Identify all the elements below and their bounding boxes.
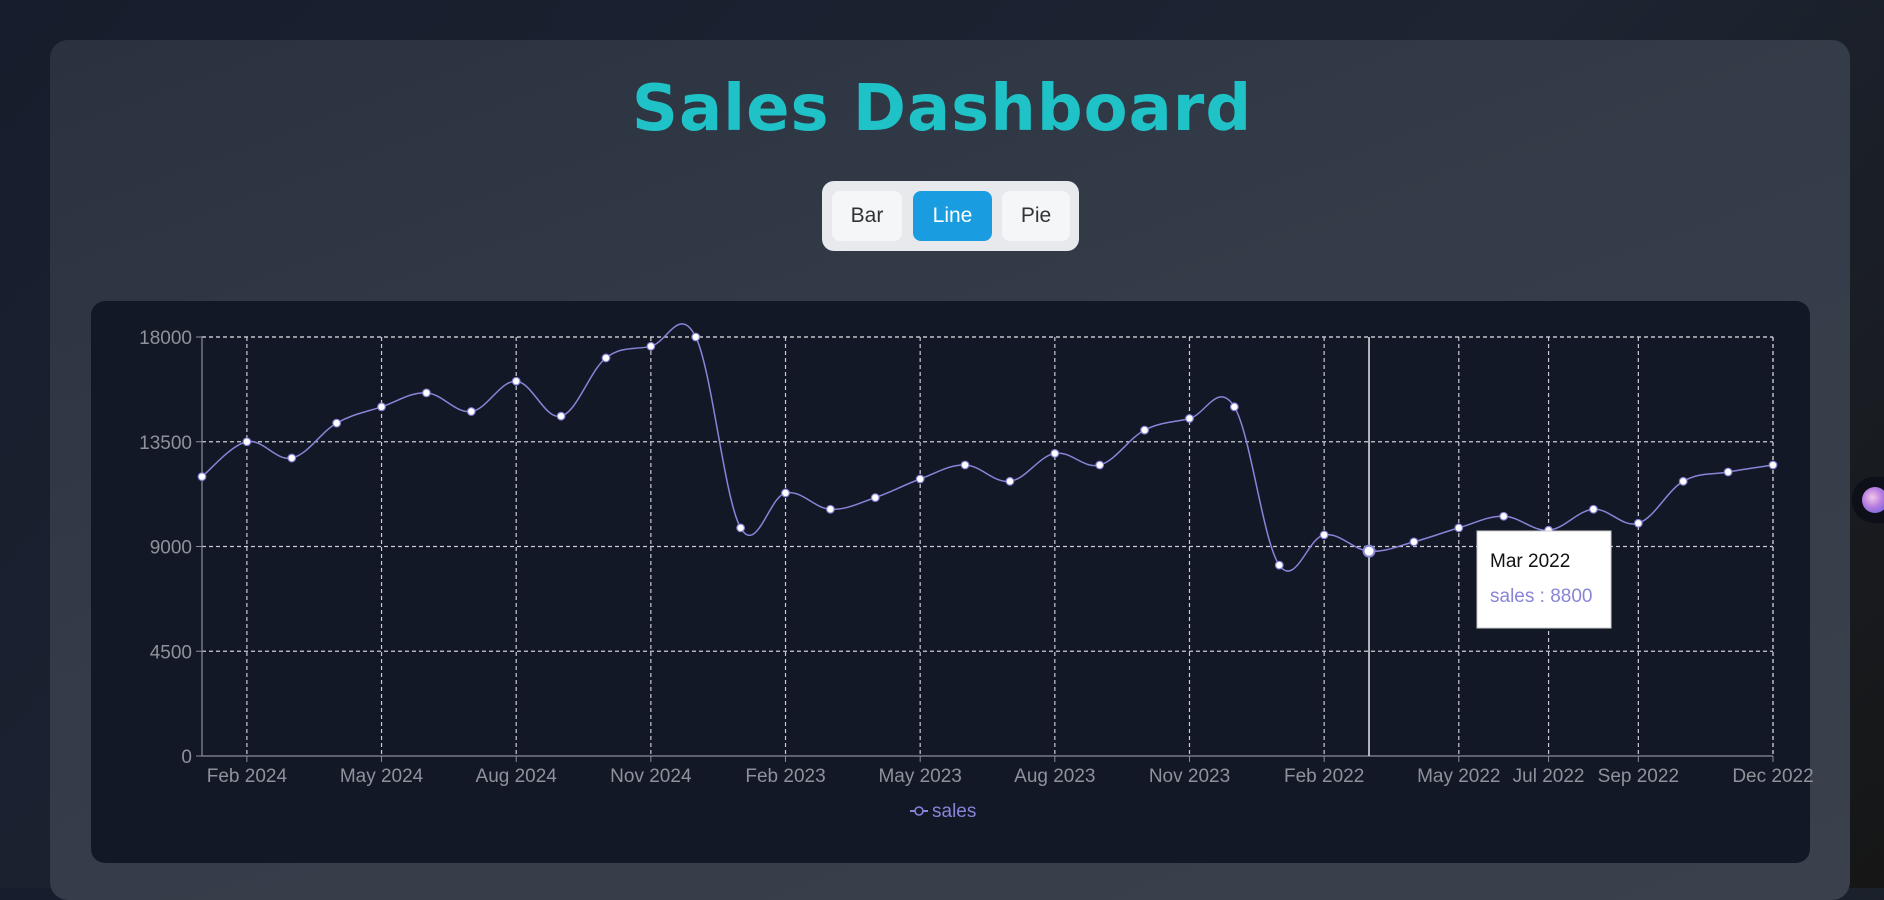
sales-point (646, 341, 656, 351)
sales-point (422, 388, 431, 398)
y-tick-label: 4500 (150, 642, 192, 663)
x-tick-label: Jul 2022 (1513, 766, 1585, 787)
x-tick-label: Aug 2024 (476, 766, 558, 787)
sales-point (1050, 448, 1060, 458)
chart-tooltip: Mar 2022 sales : 8800 (1476, 530, 1612, 629)
sales-point (601, 353, 611, 363)
x-tick-label: Feb 2024 (207, 766, 288, 787)
sales-point (197, 472, 207, 482)
x-tick-label: May 2023 (878, 766, 961, 787)
sales-point (1678, 476, 1688, 486)
sales-point (377, 402, 386, 412)
legend-label: sales (932, 801, 976, 822)
sales-point-active (1362, 544, 1376, 558)
sales-point (1005, 476, 1015, 486)
sales-point (1589, 504, 1598, 514)
sales-point (1185, 414, 1194, 423)
tooltip-label: Mar 2022 (1490, 551, 1570, 572)
sales-point (1499, 511, 1509, 521)
sales-point (691, 332, 701, 342)
sales-point (1319, 530, 1329, 540)
x-tick-label: Sep 2022 (1598, 766, 1679, 787)
x-tick-label: Feb 2022 (1284, 766, 1364, 787)
tooltip-box (1476, 530, 1612, 629)
x-tick-label: May 2024 (340, 766, 424, 787)
x-tick-label: Aug 2023 (1014, 766, 1095, 787)
x-axis: Feb 2024 May 2024 Aug 2024 Nov 2024 Feb 2023… (202, 755, 1814, 787)
x-tick-label: Nov 2023 (1149, 766, 1230, 787)
x-tick-label: Feb 2023 (745, 766, 825, 787)
sales-point (960, 460, 970, 470)
sales-point (1454, 523, 1464, 533)
chart-legend[interactable]: sales (910, 801, 976, 822)
sales-point (915, 474, 925, 484)
sales-point (1409, 537, 1419, 547)
y-tick-label: 9000 (150, 538, 192, 559)
sales-point (781, 488, 790, 498)
sales-point (1768, 460, 1778, 470)
sales-point (242, 437, 252, 447)
sales-point (1633, 518, 1643, 528)
sales-point (332, 418, 342, 428)
x-tick-label: May 2022 (1417, 766, 1500, 787)
x-tick-label: Nov 2024 (610, 766, 692, 787)
sales-point (826, 504, 835, 514)
x-tick-label: Dec 2022 (1732, 766, 1813, 787)
sales-point (1274, 560, 1284, 570)
sales-point (736, 523, 746, 533)
y-tick-label: 18000 (139, 328, 192, 349)
sales-point (870, 493, 880, 503)
sales-point (511, 376, 521, 386)
y-tick-label: 0 (181, 747, 192, 768)
sales-point (1140, 425, 1149, 435)
sales-point (1723, 467, 1733, 477)
y-axis: 0 4500 9000 13500 18000 (139, 328, 203, 768)
sales-line-chart[interactable]: 0 4500 9000 13500 18000 Feb 2024 May 2024 Aug … (0, 0, 1884, 888)
sales-point (556, 411, 566, 421)
sales-point (466, 407, 476, 416)
y-tick-label: 13500 (139, 433, 192, 454)
assistant-avatar-icon (1862, 487, 1884, 513)
sales-point (1095, 460, 1105, 470)
legend-dot-icon (914, 806, 924, 816)
tooltip-value: sales : 8800 (1490, 586, 1592, 607)
sales-point (287, 453, 297, 463)
sales-point (1229, 402, 1239, 412)
